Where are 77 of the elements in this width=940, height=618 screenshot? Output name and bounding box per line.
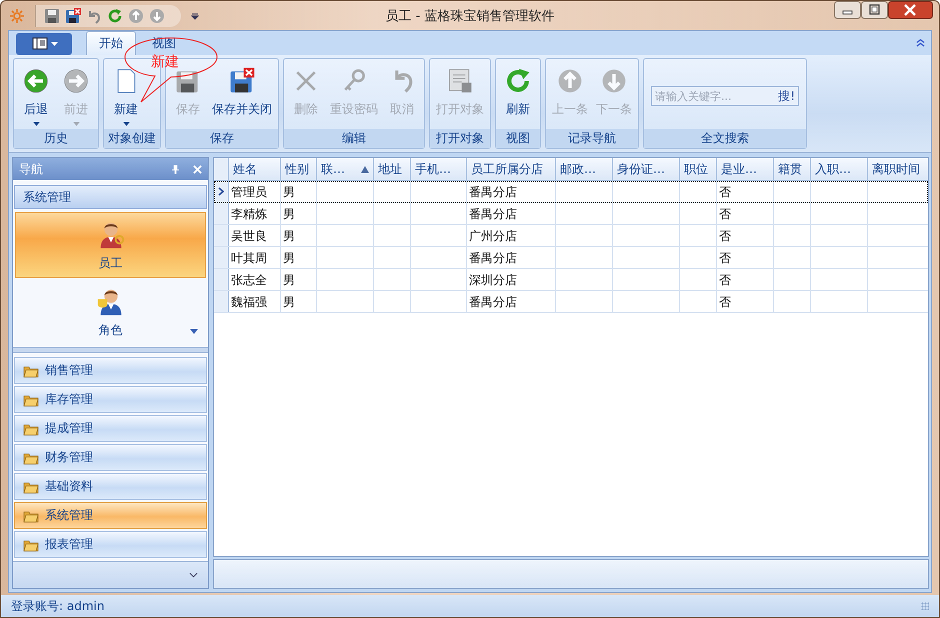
navigation-category[interactable]: 报表管理 bbox=[14, 531, 207, 558]
refresh-icon bbox=[504, 67, 532, 95]
collapse-ribbon-icon[interactable] bbox=[916, 38, 925, 47]
dropdown-caret-icon[interactable] bbox=[190, 329, 198, 334]
column-header[interactable]: 地址 bbox=[374, 158, 411, 180]
table-row[interactable]: 魏福强 男 番禺分店 否 bbox=[214, 291, 928, 313]
dropdown-caret-icon[interactable] bbox=[32, 122, 40, 126]
column-header[interactable]: 籍贯 bbox=[774, 158, 811, 180]
chevron-down-icon[interactable] bbox=[189, 572, 198, 578]
navigation-category[interactable]: 系统管理 bbox=[14, 502, 207, 529]
folder-icon bbox=[23, 538, 39, 552]
group-caption: 对象创建 bbox=[104, 129, 160, 148]
column-header[interactable]: 职位 bbox=[680, 158, 717, 180]
maximize-icon[interactable] bbox=[861, 1, 888, 19]
ribbon-tab[interactable]: 开始 bbox=[86, 31, 136, 55]
table-row[interactable]: 李精炼 男 番禺分店 否 bbox=[214, 203, 928, 225]
customize-caret-icon[interactable] bbox=[191, 12, 199, 20]
search-field[interactable]: 请输入关键字... 搜! bbox=[651, 86, 799, 106]
ribbon-button[interactable]: 新建 bbox=[107, 61, 145, 120]
current-row-icon bbox=[218, 187, 224, 196]
group-caption: 编辑 bbox=[284, 129, 424, 148]
folder-icon bbox=[23, 364, 39, 378]
status-text: 登录账号: admin bbox=[11, 598, 104, 614]
table-row[interactable]: 管理员 男 番禺分店 否 bbox=[214, 181, 928, 203]
folder-icon bbox=[23, 422, 39, 436]
column-header[interactable]: 是业… bbox=[717, 158, 774, 180]
save-close-icon[interactable] bbox=[65, 8, 81, 24]
app-logo-icon[interactable] bbox=[9, 8, 25, 24]
table-row[interactable]: 叶其周 男 番禺分店 否 bbox=[214, 247, 928, 269]
group-caption: 保存 bbox=[166, 129, 278, 148]
ribbon-button[interactable]: 刷新 bbox=[499, 61, 537, 120]
dropdown-caret-icon[interactable] bbox=[122, 122, 130, 126]
group-caption: 全文搜索 bbox=[644, 129, 806, 148]
group-caption: 打开对象 bbox=[430, 129, 490, 148]
search-button[interactable]: 搜! bbox=[775, 88, 798, 104]
column-header[interactable]: 员工所属分店 bbox=[467, 158, 556, 180]
navigation-item[interactable]: 员工 bbox=[15, 212, 206, 278]
column-header[interactable]: 姓名 bbox=[229, 158, 281, 180]
form-icon bbox=[446, 67, 474, 95]
save-icon[interactable] bbox=[44, 8, 60, 24]
column-header[interactable]: 入职… bbox=[811, 158, 868, 180]
panel-title: 导航 bbox=[19, 160, 43, 178]
folder-icon bbox=[23, 480, 39, 494]
ribbon-button[interactable]: 保存并关闭 bbox=[209, 61, 275, 120]
ribbon-tab[interactable]: 视图 bbox=[140, 32, 188, 55]
navigation-item[interactable]: 角色 bbox=[15, 280, 206, 344]
navigation-category[interactable]: 提成管理 bbox=[14, 415, 207, 442]
navigation-category[interactable]: 财务管理 bbox=[14, 444, 207, 471]
window-title: 员工 - 蓝格珠宝销售管理软件 bbox=[386, 8, 554, 24]
column-header[interactable]: 联… bbox=[317, 158, 374, 180]
group-caption: 视图 bbox=[496, 129, 540, 148]
group-caption: 记录导航 bbox=[546, 129, 638, 148]
app-menu-button[interactable] bbox=[16, 33, 72, 55]
column-header[interactable]: 身份证… bbox=[613, 158, 680, 180]
row-header[interactable] bbox=[214, 181, 229, 202]
close-icon[interactable] bbox=[888, 1, 933, 19]
folder-icon bbox=[23, 450, 39, 464]
navigation-category[interactable]: 基础资料 bbox=[14, 473, 207, 500]
navigation-category[interactable]: 销售管理 bbox=[14, 357, 207, 384]
table-row[interactable]: 张志全 男 深圳分店 否 bbox=[214, 269, 928, 291]
column-header[interactable]: 离职时间 bbox=[868, 158, 928, 180]
save-close-icon bbox=[228, 67, 256, 95]
splitter-handle[interactable] bbox=[13, 347, 208, 353]
column-header[interactable]: 手机… bbox=[411, 158, 467, 180]
resize-grip[interactable] bbox=[921, 602, 929, 610]
group-header: 系统管理 bbox=[14, 185, 207, 209]
pin-icon[interactable] bbox=[172, 164, 179, 174]
refresh-icon[interactable] bbox=[107, 8, 123, 24]
group-caption: 历史 bbox=[14, 129, 98, 148]
ribbon-button[interactable]: 后退 bbox=[17, 61, 55, 120]
folder-icon bbox=[23, 508, 39, 522]
minimize-icon[interactable] bbox=[834, 1, 861, 19]
navigation-category[interactable]: 库存管理 bbox=[14, 386, 207, 413]
column-header[interactable]: 性别 bbox=[281, 158, 317, 180]
column-header[interactable]: 邮政… bbox=[556, 158, 613, 180]
table-row[interactable]: 吴世良 男 广州分店 否 bbox=[214, 225, 928, 247]
folder-icon bbox=[23, 392, 39, 406]
